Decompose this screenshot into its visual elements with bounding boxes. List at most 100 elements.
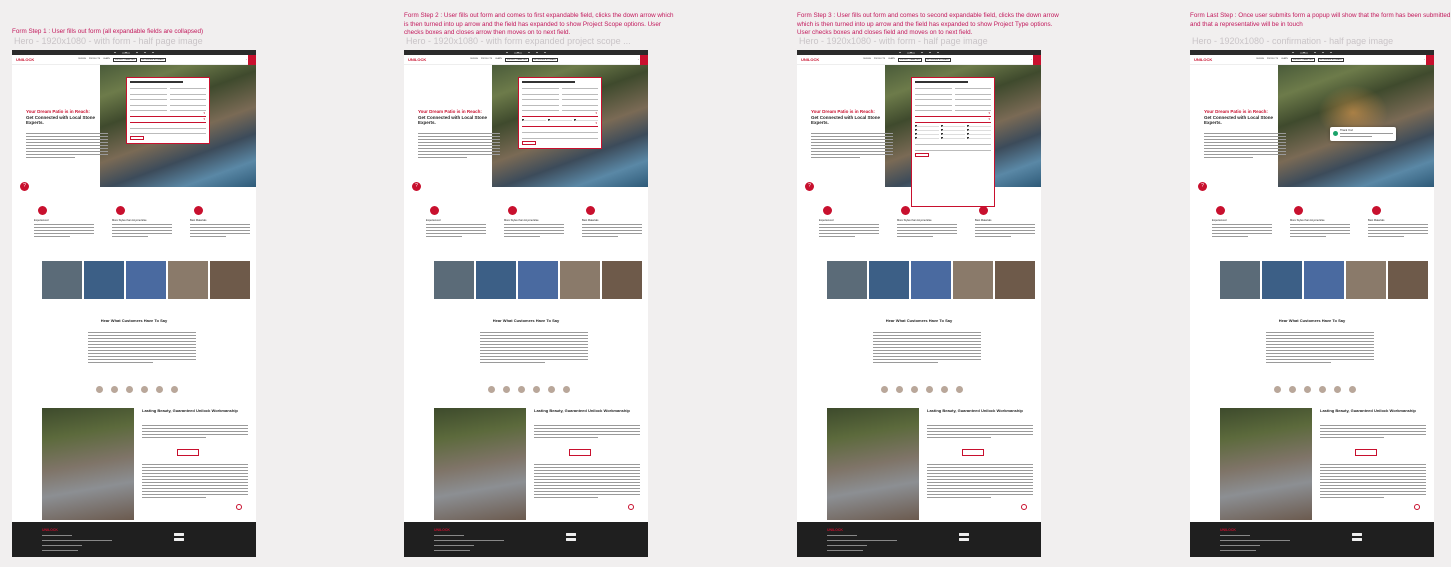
search-icon[interactable]: ⌕ xyxy=(638,59,639,61)
chat-icon[interactable]: ? xyxy=(805,182,814,191)
form-field[interactable] xyxy=(169,96,206,100)
checkbox[interactable] xyxy=(915,124,940,127)
checkbox[interactable] xyxy=(966,132,991,135)
form-field[interactable] xyxy=(169,85,206,89)
checkbox[interactable] xyxy=(940,124,966,127)
gallery-image[interactable] xyxy=(42,261,82,299)
gallery-image[interactable] xyxy=(1388,261,1428,299)
gallery-image[interactable] xyxy=(1304,261,1344,299)
project-scope-dropdown[interactable] xyxy=(130,111,206,117)
form-field[interactable] xyxy=(522,102,559,106)
checkbox[interactable] xyxy=(940,132,966,135)
avatar[interactable] xyxy=(518,386,525,393)
utility-link[interactable]: ▬ xyxy=(136,52,138,54)
submit-button[interactable] xyxy=(522,140,536,145)
avatar[interactable] xyxy=(956,386,963,393)
nav-link[interactable]: LEARN xyxy=(888,58,895,62)
checkbox[interactable] xyxy=(966,124,991,127)
search-icon[interactable]: ⌕ xyxy=(1424,59,1425,61)
avatar[interactable] xyxy=(141,386,148,393)
form-field[interactable] xyxy=(561,96,598,100)
chat-icon[interactable] xyxy=(1021,504,1027,510)
chat-icon[interactable] xyxy=(236,504,242,510)
gallery-image[interactable] xyxy=(869,261,909,299)
form-field[interactable] xyxy=(915,91,952,95)
utility-link[interactable]: ▬ xyxy=(544,52,546,54)
avatar[interactable] xyxy=(171,386,178,393)
learn-more-button[interactable] xyxy=(1355,449,1377,456)
utility-link[interactable]: ▬ xyxy=(1292,52,1294,54)
avatar[interactable] xyxy=(488,386,495,393)
avatar[interactable] xyxy=(1304,386,1311,393)
utility-link[interactable]: ▬ xyxy=(1314,52,1316,54)
chat-icon[interactable] xyxy=(1414,504,1420,510)
utility-link[interactable]: ▬ xyxy=(899,52,901,54)
search-icon[interactable]: ⌕ xyxy=(246,59,247,61)
nav-link[interactable]: GET A FREE ESTIMATE xyxy=(1317,57,1344,62)
gallery-image[interactable] xyxy=(995,261,1035,299)
learn-more-button[interactable] xyxy=(177,449,199,456)
footer-link[interactable] xyxy=(1220,535,1250,536)
nav-link[interactable]: DESIGN xyxy=(470,58,478,62)
project-type-dropdown[interactable] xyxy=(130,117,206,123)
utility-link[interactable]: ▬ xyxy=(122,51,130,54)
utility-link[interactable]: ▬ xyxy=(514,51,522,54)
utility-link[interactable]: ▬ xyxy=(114,52,116,54)
gallery-image[interactable] xyxy=(953,261,993,299)
footer-link[interactable] xyxy=(1220,545,1260,546)
app-store-badge[interactable] xyxy=(1352,533,1362,536)
nav-link[interactable]: LEARN xyxy=(1281,58,1288,62)
project-type-dropdown[interactable] xyxy=(915,117,991,123)
footer-link[interactable] xyxy=(827,545,867,546)
utility-link[interactable]: ▬ xyxy=(921,52,923,54)
utility-link[interactable]: ▬ xyxy=(506,52,508,54)
nav-link[interactable]: PRODUCTS xyxy=(1267,58,1278,62)
nav-link[interactable]: PRODUCT SAMPLES xyxy=(897,57,922,62)
gallery-image[interactable] xyxy=(168,261,208,299)
form-field[interactable] xyxy=(561,91,598,95)
footer-link[interactable] xyxy=(42,540,112,541)
avatar[interactable] xyxy=(548,386,555,393)
avatar[interactable] xyxy=(563,386,570,393)
project-scope-dropdown[interactable] xyxy=(915,111,991,117)
submit-button[interactable] xyxy=(915,152,929,157)
gallery-image[interactable] xyxy=(560,261,600,299)
form-field[interactable] xyxy=(522,129,598,133)
footer-link[interactable] xyxy=(434,545,474,546)
footer-link[interactable] xyxy=(42,545,82,546)
utility-link[interactable]: ▬ xyxy=(937,52,939,54)
checkbox[interactable] xyxy=(547,118,573,121)
nav-link[interactable]: DESIGN xyxy=(78,58,86,62)
gallery-image[interactable] xyxy=(126,261,166,299)
site-logo[interactable]: UNILOCK xyxy=(408,57,426,62)
form-field[interactable] xyxy=(130,85,167,89)
nav-link[interactable]: LEARN xyxy=(103,58,110,62)
chat-icon[interactable]: ? xyxy=(1198,182,1207,191)
google-play-badge[interactable] xyxy=(174,538,184,541)
checkbox[interactable] xyxy=(573,118,598,121)
google-play-badge[interactable] xyxy=(959,538,969,541)
form-field[interactable] xyxy=(169,91,206,95)
form-field[interactable] xyxy=(954,102,991,106)
search-icon[interactable]: ⌕ xyxy=(1031,59,1032,61)
form-field[interactable] xyxy=(561,107,598,111)
project-scope-dropdown[interactable] xyxy=(522,111,598,117)
chat-icon[interactable]: ? xyxy=(20,182,29,191)
form-field[interactable] xyxy=(169,102,206,106)
site-logo[interactable]: UNILOCK xyxy=(16,57,34,62)
avatar[interactable] xyxy=(881,386,888,393)
form-field[interactable] xyxy=(915,96,952,100)
checkbox[interactable] xyxy=(966,136,991,139)
avatar[interactable] xyxy=(126,386,133,393)
nav-link[interactable]: GET A FREE ESTIMATE xyxy=(531,57,558,62)
utility-link[interactable]: ▬ xyxy=(152,52,154,54)
utility-link[interactable]: ▬ xyxy=(528,52,530,54)
nav-link[interactable]: PRODUCT SAMPLES xyxy=(112,57,137,62)
checkbox[interactable] xyxy=(940,128,966,131)
footer-link[interactable] xyxy=(827,540,897,541)
utility-link[interactable]: ▬ xyxy=(929,52,931,54)
chat-icon[interactable] xyxy=(628,504,634,510)
gallery-image[interactable] xyxy=(1262,261,1302,299)
submit-button[interactable] xyxy=(130,136,144,140)
avatar[interactable] xyxy=(1274,386,1281,393)
